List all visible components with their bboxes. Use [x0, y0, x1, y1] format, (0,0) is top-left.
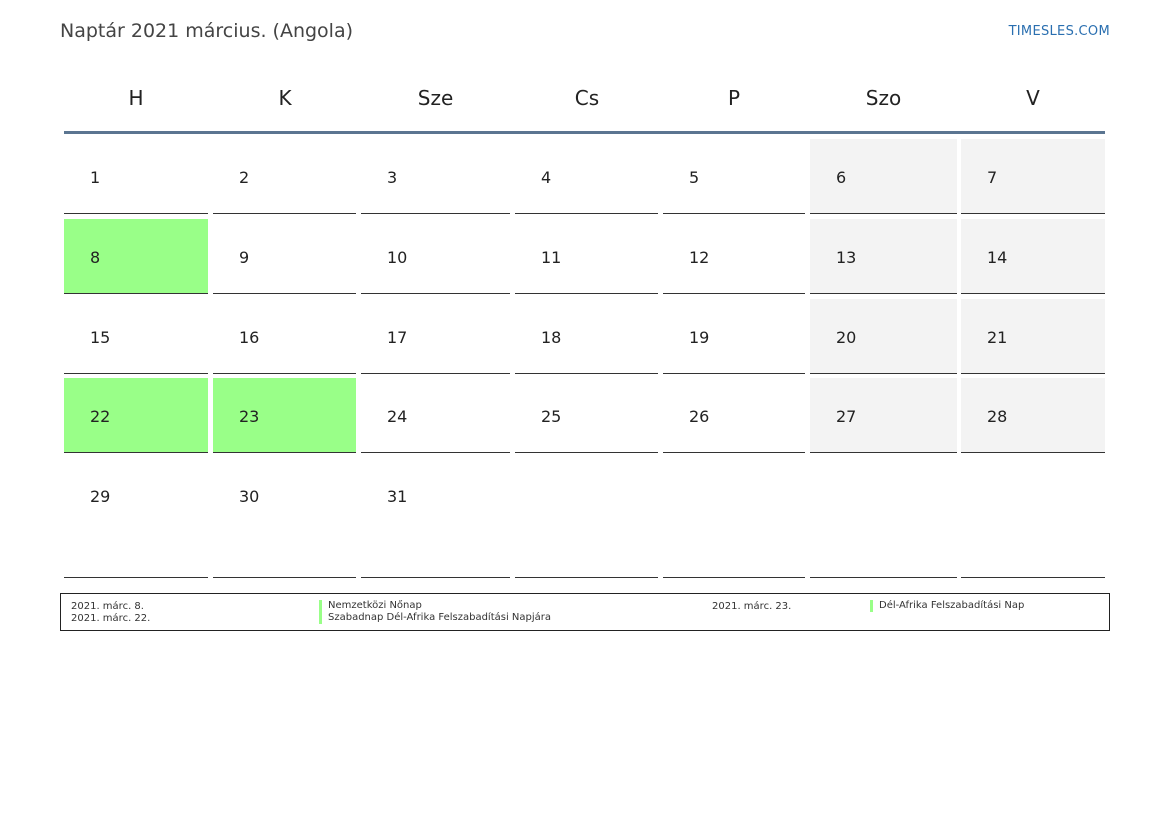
day-number: 8 [90, 248, 101, 267]
day-number: 6 [836, 168, 847, 187]
day-cell: 18 [515, 299, 658, 374]
day-cell: 28 [961, 378, 1105, 453]
day-cell: 30 [213, 458, 356, 578]
day-cell: 3 [361, 139, 510, 214]
day-number: 27 [836, 407, 857, 426]
day-cell: 29 [64, 458, 208, 578]
day-cell: 1 [64, 139, 208, 214]
day-number: 11 [541, 248, 562, 267]
day-number: 26 [689, 407, 710, 426]
day-cell: 22 [64, 378, 208, 453]
day-number: 31 [387, 487, 408, 506]
day-cell: 20 [810, 299, 957, 374]
day-cell: 12 [663, 219, 805, 294]
day-number: 1 [90, 168, 101, 187]
day-cell: 26 [663, 378, 805, 453]
day-number: 7 [987, 168, 998, 187]
day-cell: 8 [64, 219, 208, 294]
day-cell: 27 [810, 378, 957, 453]
day-cell: 21 [961, 299, 1105, 374]
day-number: 28 [987, 407, 1008, 426]
day-number: 18 [541, 328, 562, 347]
legend-holiday-name: Nemzetközi Nőnap [319, 600, 422, 612]
day-cell: 10 [361, 219, 510, 294]
day-cell: 13 [810, 219, 957, 294]
day-number: 25 [541, 407, 562, 426]
day-number: 23 [239, 407, 260, 426]
holiday-legend: 2021. márc. 8. Nemzetközi Nőnap 2021. má… [60, 593, 1110, 631]
day-number: 12 [689, 248, 710, 267]
day-cell: 14 [961, 219, 1105, 294]
day-number: 9 [239, 248, 250, 267]
calendar-grid: 1 2 3 4 5 6 7 8 9 10 11 12 13 14 15 16 17 18 19 20 21 22 23 24 2… [0, 0, 1169, 600]
day-number: 3 [387, 168, 398, 187]
day-cell: 6 [810, 139, 957, 214]
day-number: 2 [239, 168, 250, 187]
day-cell [961, 458, 1105, 578]
day-cell: 24 [361, 378, 510, 453]
day-number: 20 [836, 328, 857, 347]
day-number: 29 [90, 487, 111, 506]
day-number: 21 [987, 328, 1008, 347]
day-cell: 31 [361, 458, 510, 578]
day-cell: 17 [361, 299, 510, 374]
day-number: 13 [836, 248, 857, 267]
day-number: 15 [90, 328, 111, 347]
day-number: 30 [239, 487, 260, 506]
day-cell: 15 [64, 299, 208, 374]
day-cell [663, 458, 805, 578]
legend-holiday-name: Szabadnap Dél-Afrika Felszabadítási Napj… [319, 612, 551, 624]
day-cell: 25 [515, 378, 658, 453]
legend-holiday-name: Dél-Afrika Felszabadítási Nap [870, 600, 1024, 612]
day-cell [810, 458, 957, 578]
legend-date: 2021. márc. 8. [71, 601, 144, 612]
legend-date: 2021. márc. 23. [712, 601, 792, 612]
day-cell: 7 [961, 139, 1105, 214]
day-number: 22 [90, 407, 111, 426]
day-cell: 23 [213, 378, 356, 453]
day-cell: 19 [663, 299, 805, 374]
day-number: 4 [541, 168, 552, 187]
day-number: 14 [987, 248, 1008, 267]
day-number: 16 [239, 328, 260, 347]
day-number: 19 [689, 328, 710, 347]
day-number: 17 [387, 328, 408, 347]
day-number: 24 [387, 407, 408, 426]
day-cell: 4 [515, 139, 658, 214]
day-number: 5 [689, 168, 700, 187]
day-cell: 2 [213, 139, 356, 214]
day-cell: 5 [663, 139, 805, 214]
day-cell: 9 [213, 219, 356, 294]
day-cell: 11 [515, 219, 658, 294]
legend-date: 2021. márc. 22. [71, 613, 151, 624]
day-cell [515, 458, 658, 578]
day-cell: 16 [213, 299, 356, 374]
day-number: 10 [387, 248, 408, 267]
